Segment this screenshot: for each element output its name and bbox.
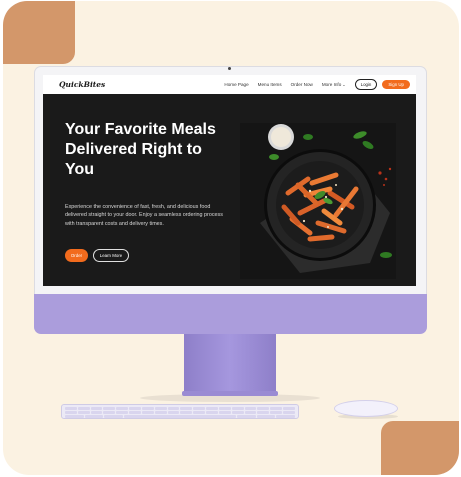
nav-link-more-info-label: More Info (321, 82, 342, 87)
order-button[interactable]: Order (65, 249, 88, 262)
hero-title: Your Favorite Meals Delivered Right to Y… (65, 121, 216, 178)
imac-stand-foot (182, 391, 278, 396)
chevron-down-icon: ⌄ (342, 82, 346, 87)
decorative-corner-top-left (3, 1, 75, 64)
imac-screen: QuickBites Home Page Menu Items Order No… (43, 75, 416, 286)
site-logo[interactable]: QuickBites (59, 80, 105, 89)
site-navbar: QuickBites Home Page Menu Items Order No… (43, 75, 416, 94)
camera-dot (228, 67, 231, 70)
decorative-corner-bottom-right (381, 421, 459, 475)
nav-links: Home Page Menu Items Order Now More Info… (224, 79, 410, 90)
keyboard (61, 404, 299, 419)
login-button[interactable]: Login (354, 79, 378, 90)
pasta-dish-image (240, 123, 396, 279)
mouse (334, 400, 398, 417)
imac-chin (34, 294, 427, 334)
hero-description: Experience the convenience of fast, fres… (65, 204, 223, 227)
nav-link-menu[interactable]: Menu Items (258, 82, 282, 87)
imac-stand (184, 334, 276, 392)
nav-link-home[interactable]: Home Page (224, 82, 248, 87)
learn-more-button[interactable]: Learn More (93, 249, 129, 262)
nav-dropdown-more-info[interactable]: More Info⌄ (322, 82, 346, 87)
nav-link-order[interactable]: Order Now (291, 82, 313, 87)
signup-button[interactable]: Sign Up (382, 80, 410, 89)
